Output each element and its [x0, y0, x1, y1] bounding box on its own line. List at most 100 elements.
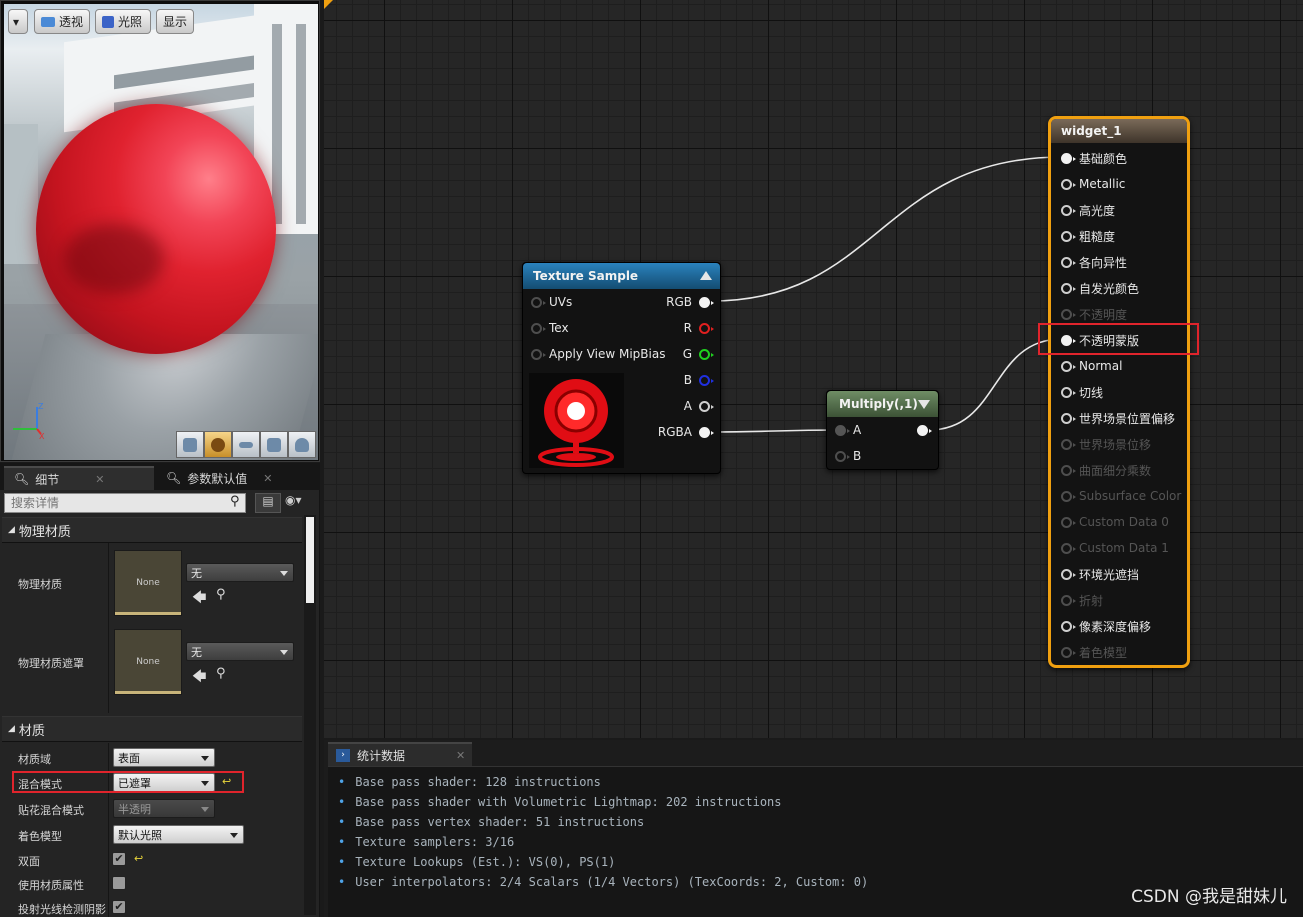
pin-label: 着色模型 — [1079, 645, 1128, 660]
output-a[interactable]: A — [683, 397, 714, 415]
decal-blend-mode-combo[interactable]: 半透明 — [113, 799, 215, 818]
preview-viewport[interactable]: ▾ 透视 光照 显示 Z X — [0, 0, 320, 462]
physical-material-combo[interactable]: 无 — [186, 563, 294, 582]
cylinder-preview-button[interactable] — [176, 431, 204, 458]
use-material-attributes-checkbox[interactable] — [112, 876, 126, 890]
result-input-pin[interactable]: Custom Data 1 — [1061, 539, 1169, 557]
result-input-pin[interactable]: 着色模型 — [1061, 643, 1127, 661]
pin-icon — [835, 450, 850, 462]
result-input-pin[interactable]: 基础颜色 — [1061, 149, 1127, 167]
input-b[interactable]: B — [835, 447, 861, 465]
texture-sample-node[interactable]: Texture Sample UVs Tex Apply View MipBia… — [522, 262, 721, 474]
plane-preview-button[interactable] — [232, 431, 260, 458]
result-input-pin[interactable]: 粗糙度 — [1061, 227, 1115, 245]
show-button[interactable]: 显示 — [156, 9, 194, 34]
bullet: • — [338, 775, 346, 789]
pin-icon — [699, 400, 714, 412]
close-icon[interactable]: ✕ — [456, 749, 465, 762]
shading-model-combo[interactable]: 默认光照 — [113, 825, 244, 844]
preview-scene — [4, 4, 318, 460]
pin-icon — [1061, 360, 1076, 372]
input-tex[interactable]: Tex — [531, 319, 569, 337]
output-b[interactable]: B — [684, 371, 714, 389]
pin-icon — [1061, 308, 1076, 320]
pin-label: A — [683, 399, 692, 413]
collapse-node-icon[interactable] — [700, 271, 712, 280]
pin-icon — [1061, 646, 1076, 658]
tab-details[interactable]: 🔍︎ 细节 ✕ — [4, 466, 154, 490]
eye-visibility-button[interactable]: ◉▾ — [285, 493, 315, 513]
result-input-pin[interactable]: 世界场景位移 — [1061, 435, 1151, 453]
close-icon[interactable]: ✕ — [263, 472, 272, 485]
chevron-down-icon: ▾ — [13, 14, 20, 29]
expand-node-icon[interactable] — [918, 400, 930, 409]
pin-label: 粗糙度 — [1079, 229, 1116, 244]
result-input-pin[interactable]: 切线 — [1061, 383, 1103, 401]
material-result-node[interactable]: widget_1 基础颜色 Metallic 高光度粗糙度各向异性自发光颜色不透明度… — [1048, 116, 1190, 668]
combo-value: 无 — [191, 567, 202, 580]
material-result-header[interactable]: widget_1 — [1051, 119, 1187, 143]
details-scrollbar[interactable] — [304, 515, 316, 915]
input-apply-view-mipbias[interactable]: Apply View MipBias — [531, 345, 665, 363]
result-input-pin[interactable]: 不透明度 — [1061, 305, 1127, 323]
section-material[interactable]: ◢ 材质 — [2, 716, 302, 742]
result-input-pin[interactable]: 折射 — [1061, 591, 1103, 609]
pin-icon — [1061, 438, 1076, 450]
use-selected-arrow-icon[interactable]: 🡄 — [192, 587, 206, 611]
output-rgba[interactable]: RGBA — [658, 423, 714, 441]
stats-panel: › 统计数据 ✕ • Base pass shader: 128 instruct… — [324, 740, 1303, 917]
result-input-pin[interactable]: 高光度 — [1061, 201, 1115, 219]
pin-label: 世界场景位置偏移 — [1079, 411, 1176, 426]
result-input-pin[interactable]: 环境光遮挡 — [1061, 565, 1139, 583]
reset-to-default-icon[interactable]: ↩ — [134, 852, 143, 865]
view-options-button[interactable]: ▤ — [255, 493, 281, 513]
use-selected-arrow-icon[interactable]: 🡄 — [192, 666, 206, 690]
sphere-preview-button[interactable] — [204, 431, 232, 458]
physical-material-mask-thumbnail[interactable]: None — [114, 629, 182, 695]
physical-material-thumbnail[interactable]: None — [114, 550, 182, 616]
cast-ray-traced-shadows-checkbox[interactable]: ✔ — [112, 900, 126, 914]
search-input[interactable] — [4, 493, 246, 513]
multiply-node[interactable]: Multiply(,1) A B — [826, 390, 939, 470]
result-input-pin[interactable]: 曲面细分乘数 — [1061, 461, 1151, 479]
perspective-button[interactable]: 透视 — [34, 9, 90, 34]
output-g[interactable]: G — [683, 345, 714, 363]
output-r[interactable]: R — [684, 319, 714, 337]
texture-sample-header[interactable]: Texture Sample — [523, 263, 720, 289]
result-input-pin[interactable]: 各向异性 — [1061, 253, 1127, 271]
pin-label: 自发光颜色 — [1079, 281, 1140, 296]
close-icon[interactable]: ✕ — [95, 473, 104, 486]
two-sided-checkbox[interactable]: ✔ — [112, 852, 126, 866]
pin-label: Subsurface Color — [1079, 489, 1182, 503]
pin-icon — [699, 426, 714, 438]
input-a[interactable]: A — [835, 421, 861, 439]
tab-stats[interactable]: › 统计数据 ✕ — [328, 742, 472, 766]
lit-button[interactable]: 光照 — [95, 9, 151, 34]
multiply-header[interactable]: Multiply(,1) — [827, 391, 938, 417]
result-input-pin[interactable]: 自发光颜色 — [1061, 279, 1139, 297]
tab-parameter-defaults[interactable]: 🔍︎ 参数默认值 ✕ — [156, 466, 306, 490]
section-physical-material[interactable]: ◢ 物理材质 — [2, 517, 302, 543]
viewport-options-dropdown[interactable]: ▾ — [8, 9, 28, 34]
browse-search-icon[interactable]: ⚲ — [216, 587, 226, 602]
output-rgb[interactable]: RGB — [666, 293, 714, 311]
scrollbar-thumb[interactable] — [306, 517, 314, 603]
output-multiply[interactable] — [917, 421, 932, 439]
result-input-pin[interactable]: 像素深度偏移 — [1061, 617, 1151, 635]
cylinder-icon — [183, 437, 197, 452]
stat-line: • Texture samplers: 3/16 — [338, 835, 514, 849]
material-domain-combo[interactable]: 表面 — [113, 748, 215, 767]
result-input-pin[interactable]: Metallic — [1061, 175, 1125, 193]
pin-icon — [1061, 516, 1076, 528]
browse-search-icon[interactable]: ⚲ — [216, 666, 226, 681]
result-input-pin[interactable]: 世界场景位置偏移 — [1061, 409, 1175, 427]
cube-preview-button[interactable] — [260, 431, 288, 458]
input-uvs[interactable]: UVs — [531, 293, 572, 311]
result-input-pin[interactable]: Subsurface Color — [1061, 487, 1181, 505]
mesh-preview-button[interactable] — [288, 431, 316, 458]
pin-icon — [1061, 594, 1076, 606]
result-input-pin[interactable]: Custom Data 0 — [1061, 513, 1169, 531]
physical-material-mask-combo[interactable]: 无 — [186, 642, 294, 661]
graph-corner-marker — [324, 0, 333, 9]
result-input-pin[interactable]: Normal — [1061, 357, 1122, 375]
